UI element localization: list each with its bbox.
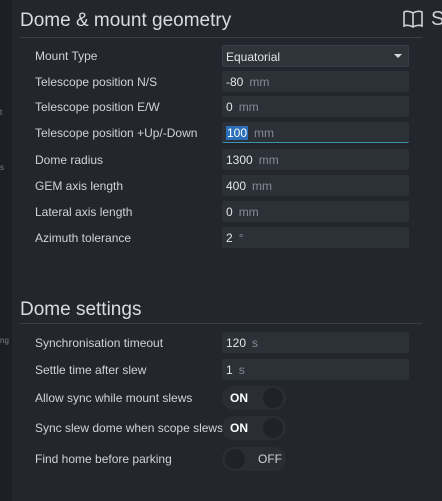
find-home-toggle[interactable]: OFF bbox=[222, 447, 286, 471]
lateral-axis-input[interactable]: 0 mm bbox=[222, 201, 409, 222]
azimuth-tolerance-input[interactable]: 2 ° bbox=[222, 227, 409, 248]
unit-label: mm bbox=[252, 179, 273, 193]
lateral-axis-value: 0 bbox=[226, 205, 233, 219]
toggle-knob bbox=[263, 418, 283, 438]
toggle-knob bbox=[263, 388, 283, 408]
dome-radius-value: 1300 bbox=[226, 153, 253, 167]
right-panel-edge bbox=[414, 0, 442, 501]
geometry-section-title: Dome & mount geometry bbox=[20, 10, 232, 31]
settle-time-value: 1 bbox=[226, 363, 233, 377]
mount-type-value: Equatorial bbox=[226, 50, 281, 64]
gem-axis-row: GEM axis length 400 mm bbox=[35, 175, 410, 197]
mount-type-row: Mount Type Equatorial bbox=[35, 45, 410, 67]
telescope-updown-label: Telescope position +Up/-Down bbox=[35, 126, 198, 140]
dome-radius-label: Dome radius bbox=[35, 153, 104, 167]
telescope-updown-row: Telescope position +Up/-Down 100 mm bbox=[35, 122, 410, 144]
book-icon[interactable] bbox=[403, 10, 423, 28]
find-home-label: Find home before parking bbox=[35, 452, 172, 466]
sync-timeout-input[interactable]: 120 s bbox=[222, 332, 409, 353]
azimuth-tolerance-value: 2 bbox=[226, 231, 233, 245]
left-panel-fragment: ng bbox=[0, 336, 9, 345]
sync-slew-row: Sync slew dome when scope slews ON bbox=[35, 416, 410, 440]
toggle-state: ON bbox=[230, 421, 248, 435]
left-panel-fragment: t bbox=[0, 108, 3, 117]
sync-timeout-row: Synchronisation timeout 120 s bbox=[35, 332, 410, 354]
section-divider bbox=[20, 323, 422, 324]
toggle-knob bbox=[225, 449, 245, 469]
toggle-state: OFF bbox=[258, 452, 282, 466]
section-divider bbox=[20, 37, 422, 38]
dome-radius-input[interactable]: 1300 mm bbox=[222, 149, 409, 170]
mount-type-select[interactable]: Equatorial bbox=[222, 45, 409, 67]
telescope-ns-row: Telescope position N/S -80 mm bbox=[35, 71, 410, 93]
settle-time-label: Settle time after slew bbox=[35, 363, 147, 377]
left-panel-fragment: s bbox=[0, 163, 4, 172]
unit-label: s bbox=[238, 363, 245, 377]
unit-label: mm bbox=[249, 75, 270, 89]
telescope-ew-input[interactable]: 0 mm bbox=[222, 96, 409, 117]
unit-label: mm bbox=[238, 100, 259, 114]
settle-time-input[interactable]: 1s bbox=[222, 359, 409, 380]
unit-label: mm bbox=[254, 126, 275, 140]
gem-axis-label: GEM axis length bbox=[35, 179, 124, 193]
telescope-ew-row: Telescope position E/W 0 mm bbox=[35, 96, 410, 118]
telescope-ew-value: 0 bbox=[226, 100, 233, 114]
azimuth-tolerance-row: Azimuth tolerance 2 ° bbox=[35, 227, 410, 249]
left-panel-edge: t s ng bbox=[0, 0, 12, 501]
allow-sync-toggle[interactable]: ON bbox=[222, 386, 286, 410]
chevron-down-icon bbox=[394, 54, 402, 58]
telescope-updown-input[interactable]: 100 mm bbox=[222, 122, 409, 143]
unit-label: ° bbox=[238, 231, 244, 245]
sync-slew-label: Sync slew dome when scope slews bbox=[35, 421, 224, 435]
settings-section-title: Dome settings bbox=[20, 299, 142, 320]
telescope-ns-label: Telescope position N/S bbox=[35, 75, 158, 89]
dome-radius-row: Dome radius 1300 mm bbox=[35, 149, 410, 171]
gem-axis-input[interactable]: 400 mm bbox=[222, 175, 409, 196]
gem-axis-value: 400 bbox=[226, 179, 247, 193]
unit-label: s bbox=[252, 336, 259, 350]
telescope-ns-value: -80 bbox=[226, 75, 244, 89]
right-panel-title-fragment: S bbox=[431, 8, 442, 30]
mount-type-label: Mount Type bbox=[35, 49, 98, 63]
allow-sync-label: Allow sync while mount slews bbox=[35, 391, 193, 405]
allow-sync-row: Allow sync while mount slews ON bbox=[35, 386, 410, 410]
azimuth-tolerance-label: Azimuth tolerance bbox=[35, 231, 132, 245]
telescope-ns-input[interactable]: -80 mm bbox=[222, 71, 409, 92]
lateral-axis-label: Lateral axis length bbox=[35, 205, 133, 219]
sync-timeout-label: Synchronisation timeout bbox=[35, 336, 164, 350]
telescope-ew-label: Telescope position E/W bbox=[35, 100, 160, 114]
sync-timeout-value: 120 bbox=[226, 336, 247, 350]
unit-label: mm bbox=[258, 153, 279, 167]
telescope-updown-value: 100 bbox=[226, 126, 249, 140]
sync-slew-toggle[interactable]: ON bbox=[222, 416, 286, 440]
unit-label: mm bbox=[238, 205, 259, 219]
toggle-state: ON bbox=[230, 391, 248, 405]
settle-time-row: Settle time after slew 1s bbox=[35, 359, 410, 381]
find-home-row: Find home before parking OFF bbox=[35, 447, 410, 471]
lateral-axis-row: Lateral axis length 0 mm bbox=[35, 201, 410, 223]
